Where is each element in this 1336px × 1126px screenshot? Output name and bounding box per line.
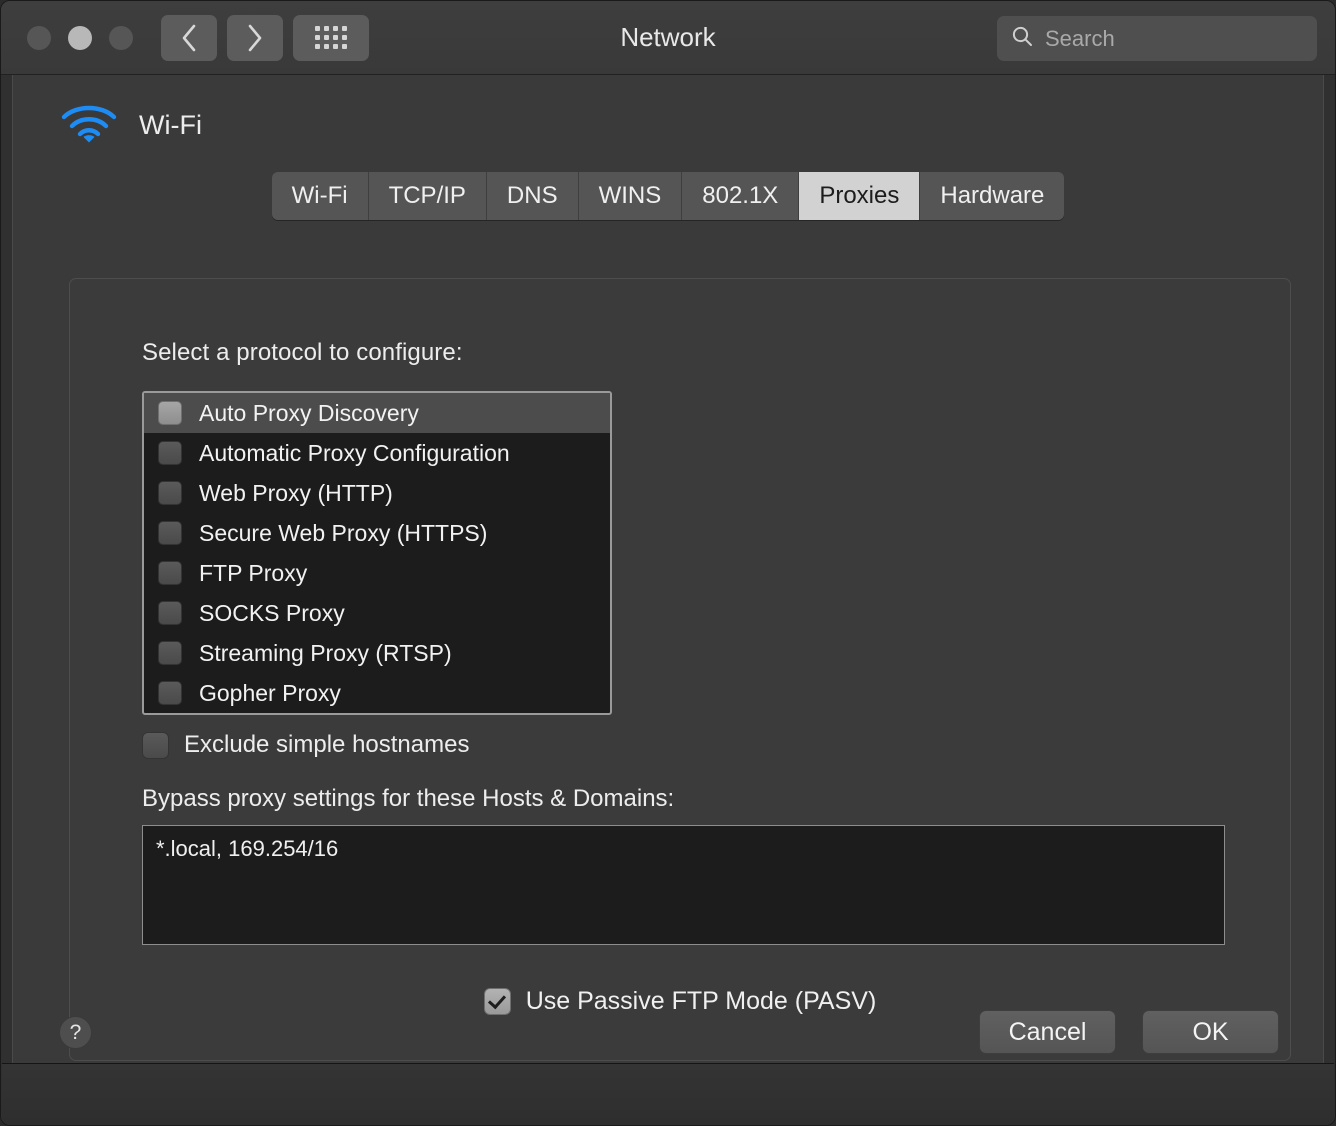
close-button[interactable]	[27, 26, 51, 50]
checkbox-socks-proxy[interactable]	[158, 601, 182, 625]
back-button[interactable]	[161, 15, 217, 61]
sheet-footer: ? Cancel OK	[13, 1004, 1323, 1060]
service-header: Wi-Fi	[13, 75, 1323, 150]
list-item-label: Web Proxy (HTTP)	[199, 480, 393, 507]
list-item[interactable]: Gopher Proxy	[144, 673, 610, 713]
protocol-list[interactable]: Auto Proxy Discovery Automatic Proxy Con…	[142, 391, 612, 715]
proxies-panel: Select a protocol to configure: Auto Pro…	[69, 278, 1291, 1061]
sheet-area: Wi-Fi Wi-Fi TCP/IP DNS WINS 802.1X Proxi…	[1, 75, 1335, 1125]
tab-tcpip[interactable]: TCP/IP	[369, 172, 487, 220]
service-name: Wi-Fi	[139, 110, 202, 141]
tab-hardware[interactable]: Hardware	[920, 172, 1064, 220]
list-item-label: FTP Proxy	[199, 560, 307, 587]
checkbox-exclude-simple-hostnames[interactable]	[142, 732, 169, 759]
tab-wifi[interactable]: Wi-Fi	[272, 172, 369, 220]
checkbox-ftp-proxy[interactable]	[158, 561, 182, 585]
search-field[interactable]: Search	[997, 16, 1317, 61]
list-item[interactable]: Secure Web Proxy (HTTPS)	[144, 513, 610, 553]
checkbox-web-proxy-http[interactable]	[158, 481, 182, 505]
list-item[interactable]: Web Proxy (HTTP)	[144, 473, 610, 513]
exclude-simple-hostnames-row[interactable]: Exclude simple hostnames	[142, 731, 1290, 759]
bypass-hosts-textarea[interactable]: *.local, 169.254/16	[142, 825, 1225, 945]
traffic-lights	[27, 26, 133, 50]
protocol-section-label: Select a protocol to configure:	[142, 339, 1290, 367]
list-item[interactable]: Auto Proxy Discovery	[144, 393, 610, 433]
search-icon	[1011, 25, 1033, 52]
list-item-label: Streaming Proxy (RTSP)	[199, 640, 452, 667]
help-button[interactable]: ?	[59, 1016, 92, 1049]
checkbox-automatic-proxy-configuration[interactable]	[158, 441, 182, 465]
list-item-label: Secure Web Proxy (HTTPS)	[199, 520, 487, 547]
chevron-right-icon	[246, 23, 264, 53]
list-item[interactable]: Streaming Proxy (RTSP)	[144, 633, 610, 673]
chevron-left-icon	[180, 23, 198, 53]
checkbox-secure-web-proxy-https[interactable]	[158, 521, 182, 545]
list-item-label: Auto Proxy Discovery	[199, 400, 419, 427]
ok-button[interactable]: OK	[1142, 1010, 1279, 1054]
tab-dns[interactable]: DNS	[487, 172, 579, 220]
forward-button[interactable]	[227, 15, 283, 61]
tab-wins[interactable]: WINS	[579, 172, 683, 220]
checkbox-gopher-proxy[interactable]	[158, 681, 182, 705]
exclude-simple-hostnames-label: Exclude simple hostnames	[184, 731, 469, 759]
checkbox-auto-proxy-discovery[interactable]	[158, 401, 182, 425]
checkbox-streaming-proxy-rtsp[interactable]	[158, 641, 182, 665]
list-item[interactable]: Automatic Proxy Configuration	[144, 433, 610, 473]
window-bottom-strip	[2, 1063, 1334, 1125]
proxies-sheet: Wi-Fi Wi-Fi TCP/IP DNS WINS 802.1X Proxi…	[12, 75, 1324, 1085]
show-all-button[interactable]	[293, 15, 369, 61]
zoom-button[interactable]	[109, 26, 133, 50]
bypass-label: Bypass proxy settings for these Hosts & …	[142, 785, 1290, 813]
tab-bar: Wi-Fi TCP/IP DNS WINS 802.1X Proxies Har…	[13, 172, 1323, 220]
network-preferences-window: Network Search	[0, 0, 1336, 1126]
cancel-button[interactable]: Cancel	[979, 1010, 1116, 1054]
window-titlebar: Network Search	[1, 1, 1335, 75]
toolbar-navigation	[161, 15, 369, 61]
tab-proxies[interactable]: Proxies	[799, 172, 920, 220]
wifi-icon	[59, 101, 119, 150]
list-item-label: Gopher Proxy	[199, 680, 341, 707]
list-item-label: SOCKS Proxy	[199, 600, 345, 627]
tab-8021x[interactable]: 802.1X	[682, 172, 799, 220]
search-input[interactable]: Search	[1045, 26, 1115, 52]
list-item[interactable]: SOCKS Proxy	[144, 593, 610, 633]
list-item-label: Automatic Proxy Configuration	[199, 440, 510, 467]
list-item[interactable]: FTP Proxy	[144, 553, 610, 593]
grid-dots-icon	[315, 26, 347, 49]
minimize-button[interactable]	[68, 26, 92, 50]
